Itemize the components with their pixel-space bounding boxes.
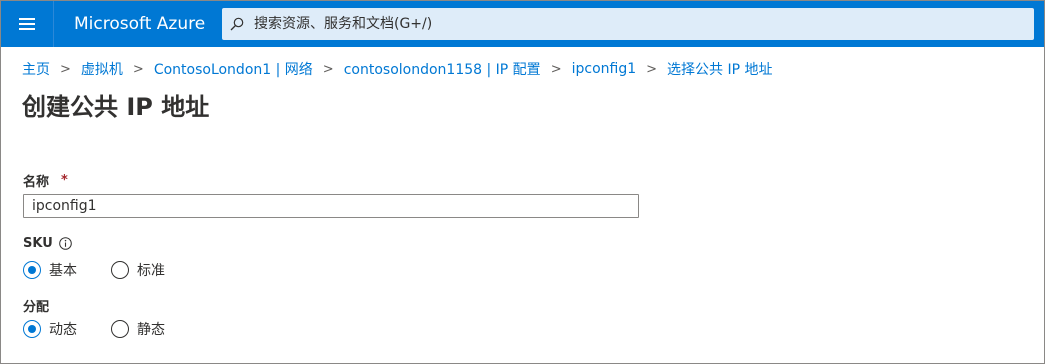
search-input[interactable] bbox=[252, 15, 1034, 33]
breadcrumb-virtual-machines[interactable]: 虚拟机 bbox=[81, 59, 123, 79]
name-field[interactable] bbox=[23, 194, 639, 218]
assignment-label: 分配 bbox=[23, 300, 50, 315]
breadcrumb-home[interactable]: 主页 bbox=[22, 59, 50, 79]
top-nav-bar: Microsoft Azure bbox=[1, 1, 1044, 47]
radio-label: 标准 bbox=[137, 263, 165, 279]
breadcrumb-ipconfig[interactable]: ipconfig1 bbox=[572, 61, 637, 77]
global-search-box[interactable] bbox=[222, 8, 1034, 40]
assignment-radio-group: 动态 静态 bbox=[23, 319, 199, 339]
breadcrumb-vm-networking[interactable]: ContosoLondon1 | 网络 bbox=[154, 59, 313, 79]
assignment-dynamic-radio[interactable]: 动态 bbox=[23, 319, 77, 339]
assignment-static-radio[interactable]: 静态 bbox=[111, 319, 165, 339]
divider bbox=[53, 1, 54, 47]
page-title: 创建公共 IP 地址 bbox=[22, 93, 210, 121]
assignment-label-row: 分配 bbox=[23, 296, 49, 315]
radio-label: 基本 bbox=[49, 263, 77, 279]
chevron-right-icon: > bbox=[132, 61, 144, 77]
info-icon[interactable] bbox=[58, 237, 72, 250]
chevron-right-icon: > bbox=[322, 61, 334, 77]
sku-radio-group: 基本 标准 bbox=[23, 260, 199, 280]
radio-unchecked-icon bbox=[111, 261, 129, 279]
radio-checked-icon bbox=[23, 320, 41, 338]
radio-unchecked-icon bbox=[111, 320, 129, 338]
radio-checked-icon bbox=[23, 261, 41, 279]
brand-name[interactable]: Microsoft Azure bbox=[74, 14, 209, 34]
breadcrumb-nic-ip-config[interactable]: contosolondon1158 | IP 配置 bbox=[344, 59, 541, 79]
required-marker: * bbox=[61, 173, 68, 188]
chevron-right-icon: > bbox=[646, 61, 658, 77]
chevron-right-icon: > bbox=[60, 61, 71, 77]
search-icon bbox=[230, 17, 244, 31]
radio-label: 动态 bbox=[49, 322, 77, 338]
radio-label: 静态 bbox=[137, 322, 165, 338]
breadcrumb: 主页 > 虚拟机 > ContosoLondon1 | 网络 > contoso… bbox=[22, 59, 773, 79]
portal-window: Microsoft Azure 主页 > 虚拟机 > ContosoLondon… bbox=[0, 0, 1045, 364]
menu-icon[interactable] bbox=[1, 1, 53, 47]
name-label: 名称 bbox=[23, 175, 50, 190]
sku-label-row: SKU bbox=[23, 236, 72, 251]
sku-basic-radio[interactable]: 基本 bbox=[23, 260, 77, 280]
name-label-row: 名称 * bbox=[23, 171, 68, 190]
sku-standard-radio[interactable]: 标准 bbox=[111, 260, 165, 280]
sku-label: SKU bbox=[23, 236, 53, 251]
breadcrumb-choose-public-ip[interactable]: 选择公共 IP 地址 bbox=[667, 59, 772, 79]
chevron-right-icon: > bbox=[550, 61, 562, 77]
